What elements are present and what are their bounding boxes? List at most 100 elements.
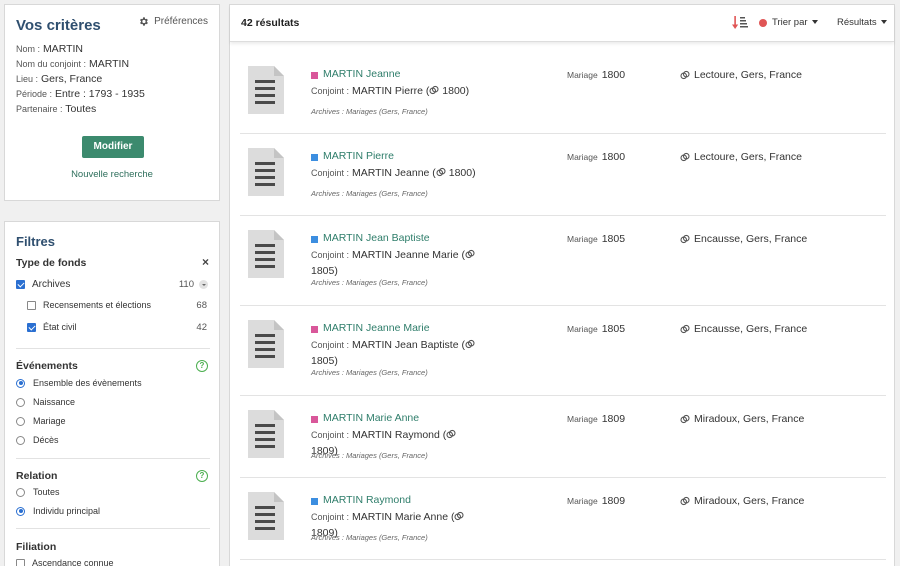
filiation-option[interactable]: Ascendance connue: [16, 558, 114, 566]
archives-label: Archives: [32, 279, 71, 290]
filter-recensements[interactable]: Recensements et élections 68: [27, 300, 210, 311]
result-record[interactable]: MARTIN Marie Anne Conjoint : MARTIN Raymo…: [240, 396, 886, 478]
close-icon[interactable]: ×: [202, 255, 209, 269]
event-info: Mariage 1809: [567, 413, 626, 425]
event-location: Encausse, Gers, France: [680, 323, 807, 335]
wedding-rings-icon: [454, 511, 465, 521]
criteria-panel: Vos critères Préférences Nom : MARTIN No…: [4, 4, 220, 201]
fonds-heading: Type de fonds: [16, 257, 87, 269]
wedding-rings-icon: [680, 496, 690, 506]
result-record[interactable]: MARTIN Jeanne Conjoint : MARTIN Pierre ( …: [240, 52, 886, 134]
results-count: 42 résultats: [241, 17, 300, 29]
wedding-rings-icon: [465, 339, 475, 349]
filters-panel: Filtres Type de fonds × Archives 110 Rec…: [4, 221, 220, 566]
new-search-link[interactable]: Nouvelle recherche: [5, 169, 219, 180]
filiation-heading: Filiation: [16, 541, 57, 553]
radio-button[interactable]: [16, 378, 25, 388]
event-location: Lectoure, Gers, France: [680, 151, 802, 163]
criteria-line: Partenaire : Toutes: [16, 103, 97, 115]
divider: [16, 348, 210, 349]
event-info: Mariage 1800: [567, 69, 626, 81]
event-location: Miradoux, Gers, France: [680, 495, 804, 507]
spouse-info: Conjoint : MARTIN Jeanne ( 1800): [311, 167, 476, 179]
spouse-info: Conjoint : MARTIN Jeanne Marie ( 1805): [311, 247, 486, 279]
spouse-info: Conjoint : MARTIN Pierre ( 1800): [311, 85, 470, 97]
spouse-info: Conjoint : MARTIN Jean Baptiste ( 1805): [311, 337, 486, 369]
person-name-link[interactable]: MARTIN Raymond: [323, 494, 411, 506]
wedding-rings-icon: [680, 152, 690, 162]
event-option[interactable]: Naissance: [16, 397, 75, 407]
archives-checkbox[interactable]: [16, 280, 25, 289]
wedding-rings-icon: [680, 324, 690, 334]
person-name-link[interactable]: MARTIN Jeanne: [323, 68, 400, 80]
filiation-checkbox[interactable]: [16, 558, 25, 566]
gender-marker: [311, 498, 318, 505]
relation-option[interactable]: Toutes: [16, 487, 60, 497]
etat-civil-label: État civil: [43, 322, 77, 332]
results-dropdown[interactable]: Résultats: [837, 17, 887, 28]
event-option[interactable]: Mariage: [16, 416, 66, 426]
wedding-rings-icon: [680, 234, 690, 244]
document-icon: [248, 320, 284, 368]
sort-dropdown[interactable]: Trier par: [772, 17, 818, 28]
record-source: Archives : Mariages (Gers, France): [311, 189, 428, 198]
preferences-label: Préférences: [154, 16, 208, 27]
filters-title: Filtres: [16, 234, 56, 249]
document-icon: [248, 492, 284, 540]
etat-civil-count: 42: [196, 322, 207, 333]
event-location: Lectoure, Gers, France: [680, 69, 802, 81]
gender-marker: [311, 72, 318, 79]
document-icon: [248, 410, 284, 458]
result-record[interactable]: MARTIN Pierre Conjoint : MARTIN Jeanne ( …: [240, 134, 886, 216]
radio-button[interactable]: [16, 416, 25, 426]
wedding-rings-icon: [446, 429, 456, 439]
event-info: Mariage 1805: [567, 323, 626, 335]
results-panel: 42 résultats Trier par Résultats MARTIN …: [229, 4, 895, 566]
chevron-down-icon[interactable]: [199, 280, 208, 289]
record-source: Archives : Mariages (Gers, France): [311, 107, 428, 116]
etat-civil-checkbox[interactable]: [27, 322, 36, 332]
radio-button[interactable]: [16, 506, 25, 516]
gender-marker: [311, 236, 318, 243]
sort-desc-icon[interactable]: [732, 16, 748, 30]
person-name-link[interactable]: MARTIN Jeanne Marie: [323, 322, 430, 334]
caret-down-icon: [880, 20, 887, 25]
person-name-link[interactable]: MARTIN Pierre: [323, 150, 394, 162]
event-info: Mariage 1805: [567, 233, 626, 245]
event-location: Encausse, Gers, France: [680, 233, 807, 245]
record-source: Archives : Mariages (Gers, France): [311, 368, 428, 377]
criteria-title: Vos critères: [16, 17, 101, 34]
event-option[interactable]: Décès: [16, 435, 59, 445]
filter-etat-civil[interactable]: État civil 42: [27, 322, 210, 333]
result-record[interactable]: MARTIN Raymond Conjoint : MARTIN Marie An…: [240, 478, 886, 560]
document-icon: [248, 66, 284, 114]
event-option[interactable]: Ensemble des évènements: [16, 378, 142, 388]
gender-marker: [311, 154, 318, 161]
radio-button[interactable]: [16, 487, 25, 497]
help-icon[interactable]: ?: [196, 360, 208, 372]
radio-button[interactable]: [16, 435, 25, 445]
record-source: Archives : Mariages (Gers, France): [311, 533, 428, 542]
document-icon: [248, 230, 284, 278]
criteria-line: Nom : MARTIN: [16, 43, 83, 55]
person-name-link[interactable]: MARTIN Jean Baptiste: [323, 232, 430, 244]
divider: [16, 458, 210, 459]
result-record[interactable]: MARTIN Jean Baptiste Conjoint : MARTIN Je…: [240, 216, 886, 306]
gear-icon: [140, 17, 148, 26]
record-source: Archives : Mariages (Gers, France): [311, 451, 428, 460]
caret-down-icon: [811, 20, 818, 25]
recensements-checkbox[interactable]: [27, 300, 36, 310]
gender-marker: [311, 326, 318, 333]
wedding-rings-icon: [680, 414, 690, 424]
criteria-line: Lieu : Gers, France: [16, 73, 103, 85]
modify-button[interactable]: Modifier: [82, 136, 144, 158]
result-record[interactable]: MARTIN Jeanne Marie Conjoint : MARTIN Jea…: [240, 306, 886, 396]
relation-option[interactable]: Individu principal: [16, 506, 100, 516]
preferences-link[interactable]: Préférences: [138, 16, 208, 27]
help-icon[interactable]: ?: [196, 470, 208, 482]
person-name-link[interactable]: MARTIN Marie Anne: [323, 412, 419, 424]
wedding-rings-icon: [465, 249, 475, 259]
filter-archives[interactable]: Archives 110: [16, 279, 210, 290]
radio-button[interactable]: [16, 397, 25, 407]
results-header: 42 résultats Trier par Résultats: [230, 5, 894, 42]
